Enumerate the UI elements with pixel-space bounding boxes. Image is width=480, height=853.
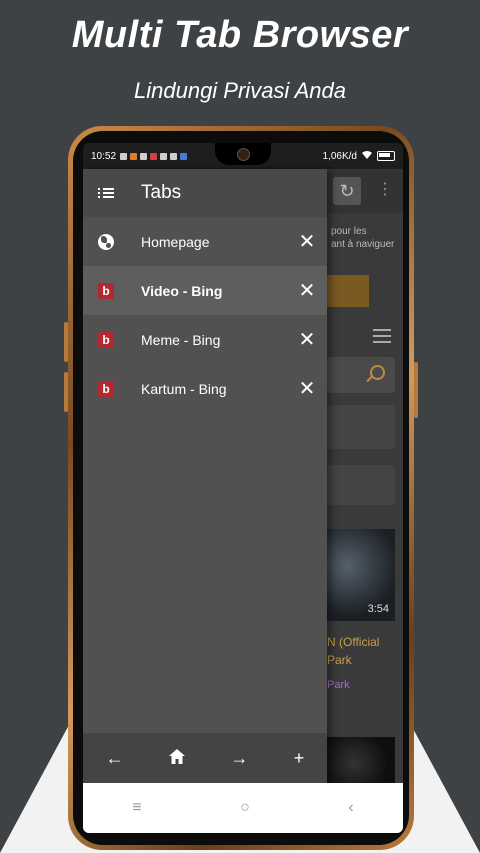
list-icon[interactable]: [83, 186, 129, 200]
home-icon[interactable]: [169, 748, 186, 769]
bing-icon: b: [98, 282, 114, 299]
notification-icon: [170, 152, 178, 160]
tab-item-meme-bing[interactable]: b Meme - Bing ✕: [83, 315, 327, 364]
content-card: [327, 405, 395, 449]
video-thumbnail[interactable]: [327, 737, 395, 789]
bing-icon: b: [98, 331, 114, 348]
notification-icon: [140, 152, 148, 160]
status-right: 1,06K/d: [322, 150, 395, 162]
tab-label: Meme - Bing: [141, 331, 221, 348]
system-nav-bar: ≡ ○ ‹: [83, 783, 403, 833]
video-title-line: Park: [327, 653, 352, 667]
recents-icon[interactable]: ≡: [132, 799, 141, 817]
back-nav-icon[interactable]: ‹: [348, 799, 353, 817]
notification-icon: [160, 152, 168, 160]
notification-icon: [150, 152, 158, 160]
tab-item-kartum-bing[interactable]: b Kartum - Bing ✕: [83, 364, 327, 413]
back-arrow-icon[interactable]: ←: [106, 748, 124, 769]
tab-label: Homepage: [141, 233, 210, 250]
camera-notch: [215, 143, 271, 165]
volume-button: [64, 372, 68, 412]
tab-label: Video - Bing: [141, 282, 223, 299]
promo-headline: Multi Tab Browser: [71, 14, 409, 56]
camera-icon: [237, 148, 250, 161]
tab-item-video-bing[interactable]: b Video - Bing ✕: [83, 266, 327, 315]
bing-icon: b: [98, 380, 114, 397]
tabs-drawer: Tabs Homepage ✕ b Video - Bing ✕ b Meme …: [83, 169, 327, 783]
video-channel[interactable]: Park: [327, 679, 350, 691]
page-menu-icon[interactable]: [373, 329, 391, 347]
notification-icon: [130, 152, 138, 160]
tab-item-homepage[interactable]: Homepage ✕: [83, 217, 327, 266]
network-speed: 1,06K/d: [322, 150, 357, 162]
notification-icon: [120, 152, 128, 160]
video-thumbnail[interactable]: 3:54: [327, 529, 395, 621]
overflow-menu-icon[interactable]: ⋮: [377, 179, 393, 199]
page-search-box[interactable]: [327, 357, 395, 393]
add-tab-icon[interactable]: +: [294, 748, 305, 769]
cookie-accept-button[interactable]: [327, 275, 369, 307]
video-title-line: N (Official: [327, 635, 380, 649]
notification-icon: [180, 152, 188, 160]
cookie-notice: pour les ant à naviguer: [331, 225, 394, 251]
drawer-bottom-bar: ← → +: [83, 733, 327, 783]
promo-subline: Lindungi Privasi Anda: [134, 78, 346, 103]
globe-icon: [98, 233, 114, 250]
content-card: [327, 465, 395, 505]
notification-icons: [120, 152, 188, 160]
close-tab-button[interactable]: ✕: [287, 229, 327, 254]
cookie-line: pour les: [331, 226, 367, 237]
reload-button[interactable]: ↻: [333, 177, 361, 205]
drawer-header: Tabs: [83, 169, 327, 217]
phone-body: 10:52 1,06K/d ↻ ⋮ pour les ant à navigue…: [73, 131, 409, 845]
screen: 10:52 1,06K/d ↻ ⋮ pour les ant à navigue…: [83, 143, 403, 833]
wifi-icon: [362, 150, 372, 162]
battery-icon: [377, 151, 395, 161]
video-title[interactable]: N (Official Park: [327, 633, 379, 669]
cookie-line: ant à naviguer: [331, 239, 395, 250]
status-time: 10:52: [91, 150, 117, 162]
search-icon: [370, 365, 385, 380]
forward-arrow-icon[interactable]: →: [230, 748, 248, 769]
close-tab-button[interactable]: ✕: [287, 278, 327, 303]
power-button: [414, 362, 418, 418]
phone-frame: 10:52 1,06K/d ↻ ⋮ pour les ant à navigue…: [64, 126, 418, 850]
drawer-title: Tabs: [141, 182, 182, 203]
tab-label: Kartum - Bing: [141, 380, 227, 397]
video-duration: 3:54: [367, 603, 389, 615]
close-tab-button[interactable]: ✕: [287, 327, 327, 352]
home-nav-icon[interactable]: ○: [240, 799, 250, 817]
close-tab-button[interactable]: ✕: [287, 376, 327, 401]
volume-button: [64, 322, 68, 362]
